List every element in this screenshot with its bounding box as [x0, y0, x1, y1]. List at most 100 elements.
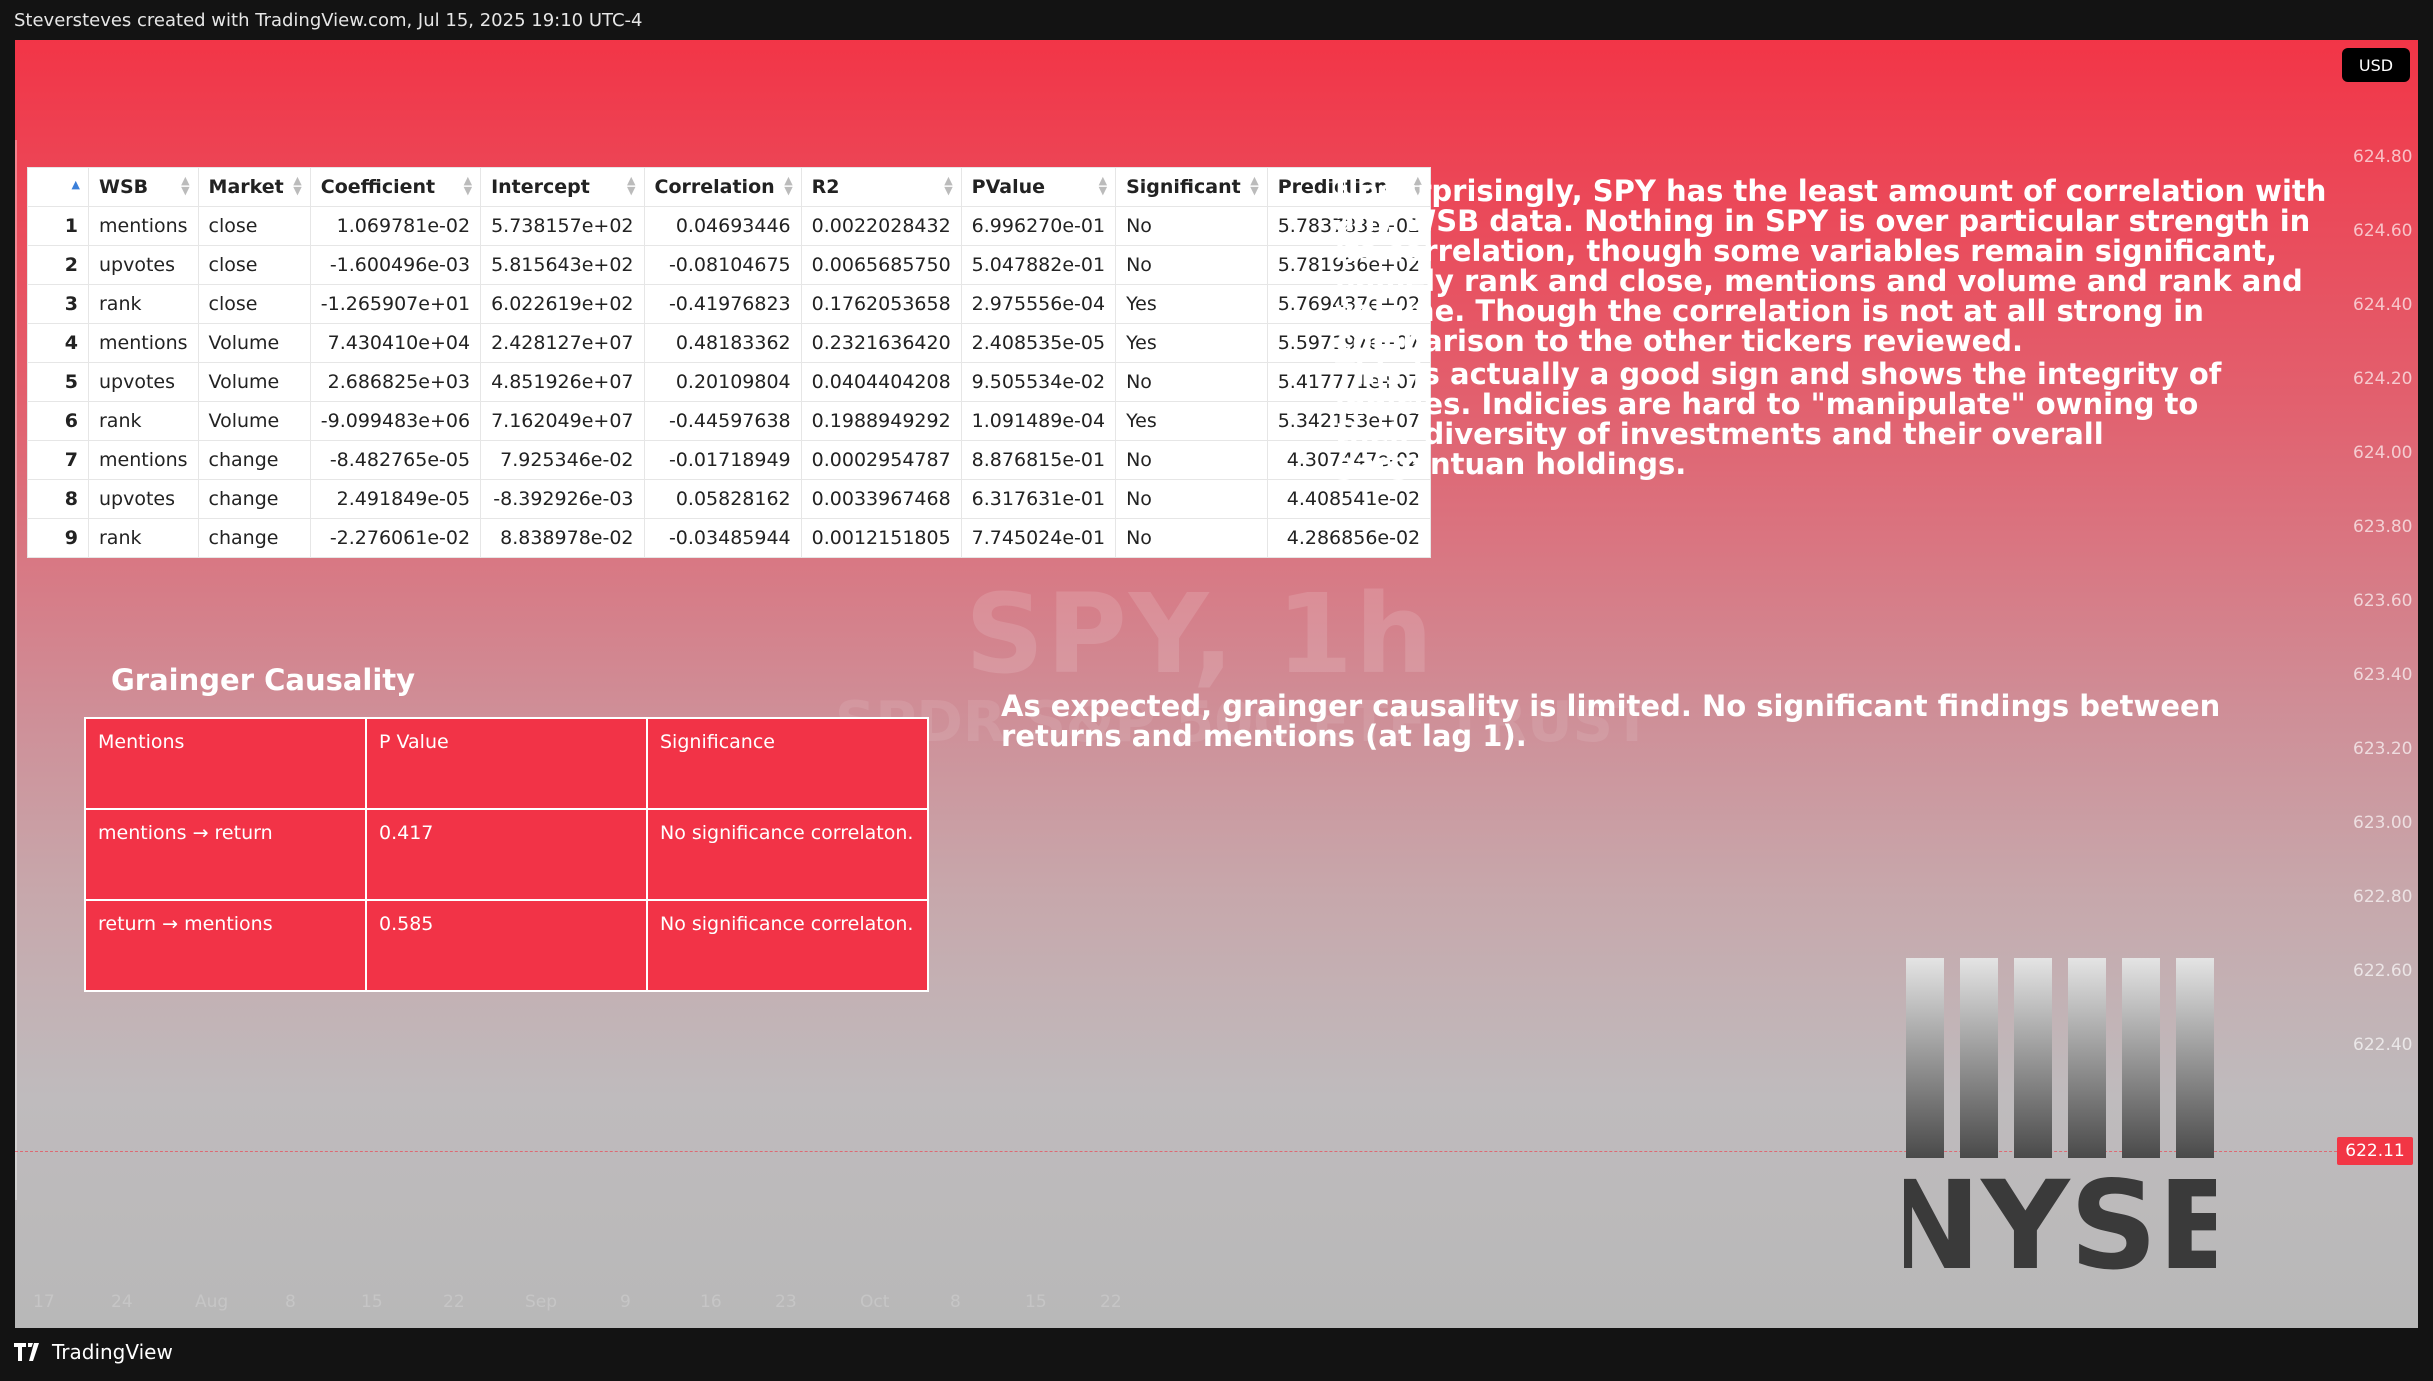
table-cell: Volume [197, 362, 311, 402]
granger-header-cell: Mentions [84, 717, 367, 810]
granger-title: Grainger Causality [111, 663, 416, 697]
price-axis-label: 622.80 [2353, 887, 2413, 907]
table-cell: 7.430410e+04 [309, 323, 482, 363]
tradingview-logo[interactable]: TradingView [14, 1340, 173, 1364]
granger-cell: return → mentions [84, 899, 367, 992]
nyse-logo: NYSE [1904, 958, 2216, 1273]
table-cell: close [197, 206, 311, 246]
table-cell: 2.975556e-04 [960, 284, 1117, 324]
table-cell: 7.925346e-02 [480, 440, 645, 480]
note-paragraph-3: As expected, grainger causality is limit… [1001, 689, 2221, 753]
sort-icon: ▲ ▼ [1098, 174, 1108, 197]
table-cell: -0.41976823 [643, 284, 802, 324]
table-cell: -1.265907e+01 [309, 284, 482, 324]
chart-area[interactable]: SPY, 1h SPDR S&P 500 ETF TRUST USD 624.8… [15, 40, 2418, 1328]
table-cell: -8.392926e-03 [480, 479, 645, 519]
time-axis-label: 22 [1100, 1292, 1122, 1312]
table-cell: 0.0002954787 [800, 440, 962, 480]
table-cell: Volume [197, 401, 311, 441]
table-row: 1 mentions close 1.069781e-02 5.738157e+02 0.… [27, 206, 1432, 246]
row-index: 8 [27, 479, 89, 519]
granger-cell: No significance correlaton. [646, 899, 929, 992]
granger-cell: mentions → return [84, 808, 367, 901]
table-cell: 6.317631e-01 [960, 479, 1117, 519]
column-header-market[interactable]: Market ▲ ▼ [197, 167, 311, 207]
column-header-significant[interactable]: Significant ▲ ▼ [1115, 167, 1268, 207]
table-cell: Yes [1115, 284, 1268, 324]
column-header-wsb[interactable]: WSB ▲ ▼ [88, 167, 199, 207]
row-index-header[interactable]: ▲ [27, 167, 89, 207]
time-axis-label: 8 [950, 1292, 961, 1312]
table-row: 8 upvotes change 2.491849e-05 -8.392926e-03 0… [27, 479, 1432, 519]
table-row: 3 rank close -1.265907e+01 6.022619e+02 -0.41… [27, 284, 1432, 324]
column-header-r2[interactable]: R2 ▲ ▼ [800, 167, 962, 207]
nyse-bar [2176, 958, 2214, 1158]
table-cell: No [1115, 440, 1268, 480]
table-cell: 0.0022028432 [800, 206, 962, 246]
table-row: 7 mentions change -8.482765e-05 7.925346e-02… [27, 440, 1432, 480]
table-cell: 5.047882e-01 [960, 245, 1117, 285]
currency-button[interactable]: USD [2342, 48, 2410, 82]
table-cell: 0.0404404208 [800, 362, 962, 402]
row-index: 5 [27, 362, 89, 402]
price-axis-label: 624.80 [2353, 147, 2413, 167]
time-axis-label: Oct [860, 1292, 890, 1312]
table-row: 6 rank Volume -9.099483e+06 7.162049e+07 -0.4… [27, 401, 1432, 441]
sort-icon: ▲ ▼ [293, 174, 302, 197]
table-cell: 0.1762053658 [800, 284, 962, 324]
top-bar: Steversteves created with TradingView.co… [0, 0, 2433, 40]
table-cell: -0.08104675 [643, 245, 802, 285]
row-index: 2 [27, 245, 89, 285]
sort-icon: ▲ ▼ [181, 174, 190, 197]
column-header-coefficient[interactable]: Coefficient ▲ ▼ [309, 167, 482, 207]
table-cell: 7.745024e-01 [960, 518, 1117, 558]
table-cell: change [197, 518, 311, 558]
time-axis-label: 15 [1025, 1292, 1047, 1312]
time-axis[interactable]: 17 24 Aug 8 15 22 Sep 9 16 23 Oct 8 15 22 [15, 1292, 2315, 1320]
table-cell: 0.48183362 [643, 323, 802, 363]
table-row: 5 upvotes Volume 2.686825e+03 4.851926e+07 0.… [27, 362, 1432, 402]
table-cell: change [197, 440, 311, 480]
table-cell: change [197, 479, 311, 519]
row-index: 1 [27, 206, 89, 246]
current-price-tag: 622.11 [2337, 1137, 2413, 1165]
row-index: 3 [27, 284, 89, 324]
table-cell: 5.815643e+02 [480, 245, 645, 285]
note-paragraph-2: This is actually a good sign and shows t… [1335, 357, 2222, 481]
sort-icon: ▲ ▼ [1250, 174, 1259, 197]
time-axis-label: Sep [525, 1292, 558, 1312]
credit-text: Steversteves created with TradingView.co… [14, 10, 643, 31]
regression-header-row: ▲ WSB ▲ ▼ Market ▲ ▼ Coefficient ▲ ▼ Intercept ▲ ▼ Co… [27, 167, 1432, 207]
table-cell: 8.838978e-02 [480, 518, 645, 558]
table-cell: upvotes [88, 479, 199, 519]
nyse-bar [1960, 958, 1998, 1158]
price-axis-label: 624.40 [2353, 295, 2413, 315]
sort-icon: ▲ ▼ [627, 174, 636, 197]
nyse-bar [1906, 958, 1944, 1158]
column-header-pvalue[interactable]: PValue ▲ ▼ [960, 167, 1117, 207]
row-index: 6 [27, 401, 89, 441]
table-cell: 2.428127e+07 [480, 323, 645, 363]
row-index: 9 [27, 518, 89, 558]
sort-icon: ▲ ▼ [463, 174, 473, 197]
column-header-correlation[interactable]: Correlation ▲ ▼ [643, 167, 802, 207]
granger-cell: 0.585 [365, 899, 648, 992]
table-cell: -8.482765e-05 [309, 440, 482, 480]
table-cell: 0.0033967468 [800, 479, 962, 519]
table-cell: 2.491849e-05 [309, 479, 482, 519]
nyse-bar [2122, 958, 2160, 1158]
table-cell: rank [88, 401, 199, 441]
granger-header-cell: Significance [646, 717, 929, 810]
column-header-label: Intercept [491, 176, 590, 198]
tradingview-icon [14, 1343, 39, 1361]
granger-header-cell: P Value [365, 717, 648, 810]
table-cell: 0.20109804 [643, 362, 802, 402]
price-axis-label: 623.20 [2353, 739, 2413, 759]
table-cell: -1.600496e-03 [309, 245, 482, 285]
time-axis-label: 22 [443, 1292, 465, 1312]
granger-table: Mentions P Value Significance mentions → re… [84, 717, 929, 992]
table-cell: No [1115, 245, 1268, 285]
sort-up-icon: ▲ [71, 178, 80, 191]
price-axis-label: 624.60 [2353, 221, 2413, 241]
column-header-intercept[interactable]: Intercept ▲ ▼ [480, 167, 645, 207]
